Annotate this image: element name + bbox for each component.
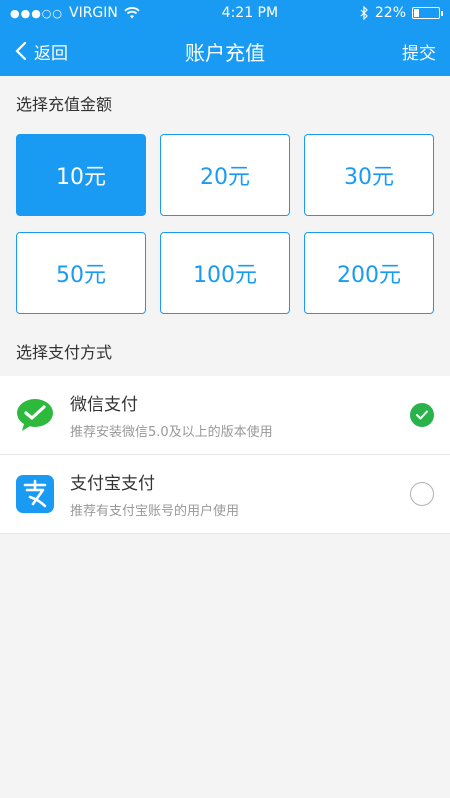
amount-option[interactable]: 50元 (16, 232, 146, 314)
check-icon[interactable] (410, 403, 434, 427)
amount-option[interactable]: 20元 (160, 134, 290, 216)
payment-description: 推荐安装微信5.0及以上的版本使用 (70, 425, 273, 440)
submit-button[interactable]: 提交 (402, 39, 436, 64)
amount-option[interactable]: 10元 (16, 134, 146, 216)
carrier-name: VIRGIN (69, 5, 118, 21)
amount-option[interactable]: 30元 (304, 134, 434, 216)
payment-list: 微信支付 推荐安装微信5.0及以上的版本使用 支付宝支付 推荐有支付宝账号的用户… (0, 376, 450, 534)
nav-bar: 返回 账户充值 提交 (0, 26, 450, 76)
amount-grid: 10元 20元 30元 50元 100元 200元 (0, 122, 450, 314)
back-label: 返回 (34, 43, 68, 64)
chevron-left-icon (15, 41, 27, 61)
alipay-icon (16, 475, 54, 513)
payment-description: 推荐有支付宝账号的用户使用 (70, 504, 240, 519)
top-bar: ●●●○○ VIRGIN 4:21 PM 22% 返回 账户充值 提交 (0, 0, 450, 76)
back-button[interactable]: 返回 (14, 39, 68, 64)
status-bar: ●●●○○ VIRGIN 4:21 PM 22% (0, 0, 450, 26)
payment-name: 支付宝支付 (70, 474, 155, 494)
wechat-icon (17, 399, 53, 431)
payment-section-label: 选择支付方式 (16, 343, 113, 362)
radio-icon[interactable] (410, 482, 434, 506)
amount-option[interactable]: 200元 (304, 232, 434, 314)
signal-icon: ●●●○○ (10, 6, 63, 20)
amount-section-label: 选择充值金额 (16, 95, 113, 114)
amount-option[interactable]: 100元 (160, 232, 290, 314)
status-time: 4:21 PM (221, 5, 279, 21)
payment-name: 微信支付 (70, 395, 138, 415)
battery-icon (412, 7, 443, 19)
wifi-icon (124, 7, 140, 19)
bluetooth-icon (360, 6, 368, 20)
battery-percent: 22% (374, 5, 406, 21)
payment-method-wechat[interactable]: 微信支付 推荐安装微信5.0及以上的版本使用 (0, 376, 450, 455)
payment-method-alipay[interactable]: 支付宝支付 推荐有支付宝账号的用户使用 (0, 455, 450, 534)
